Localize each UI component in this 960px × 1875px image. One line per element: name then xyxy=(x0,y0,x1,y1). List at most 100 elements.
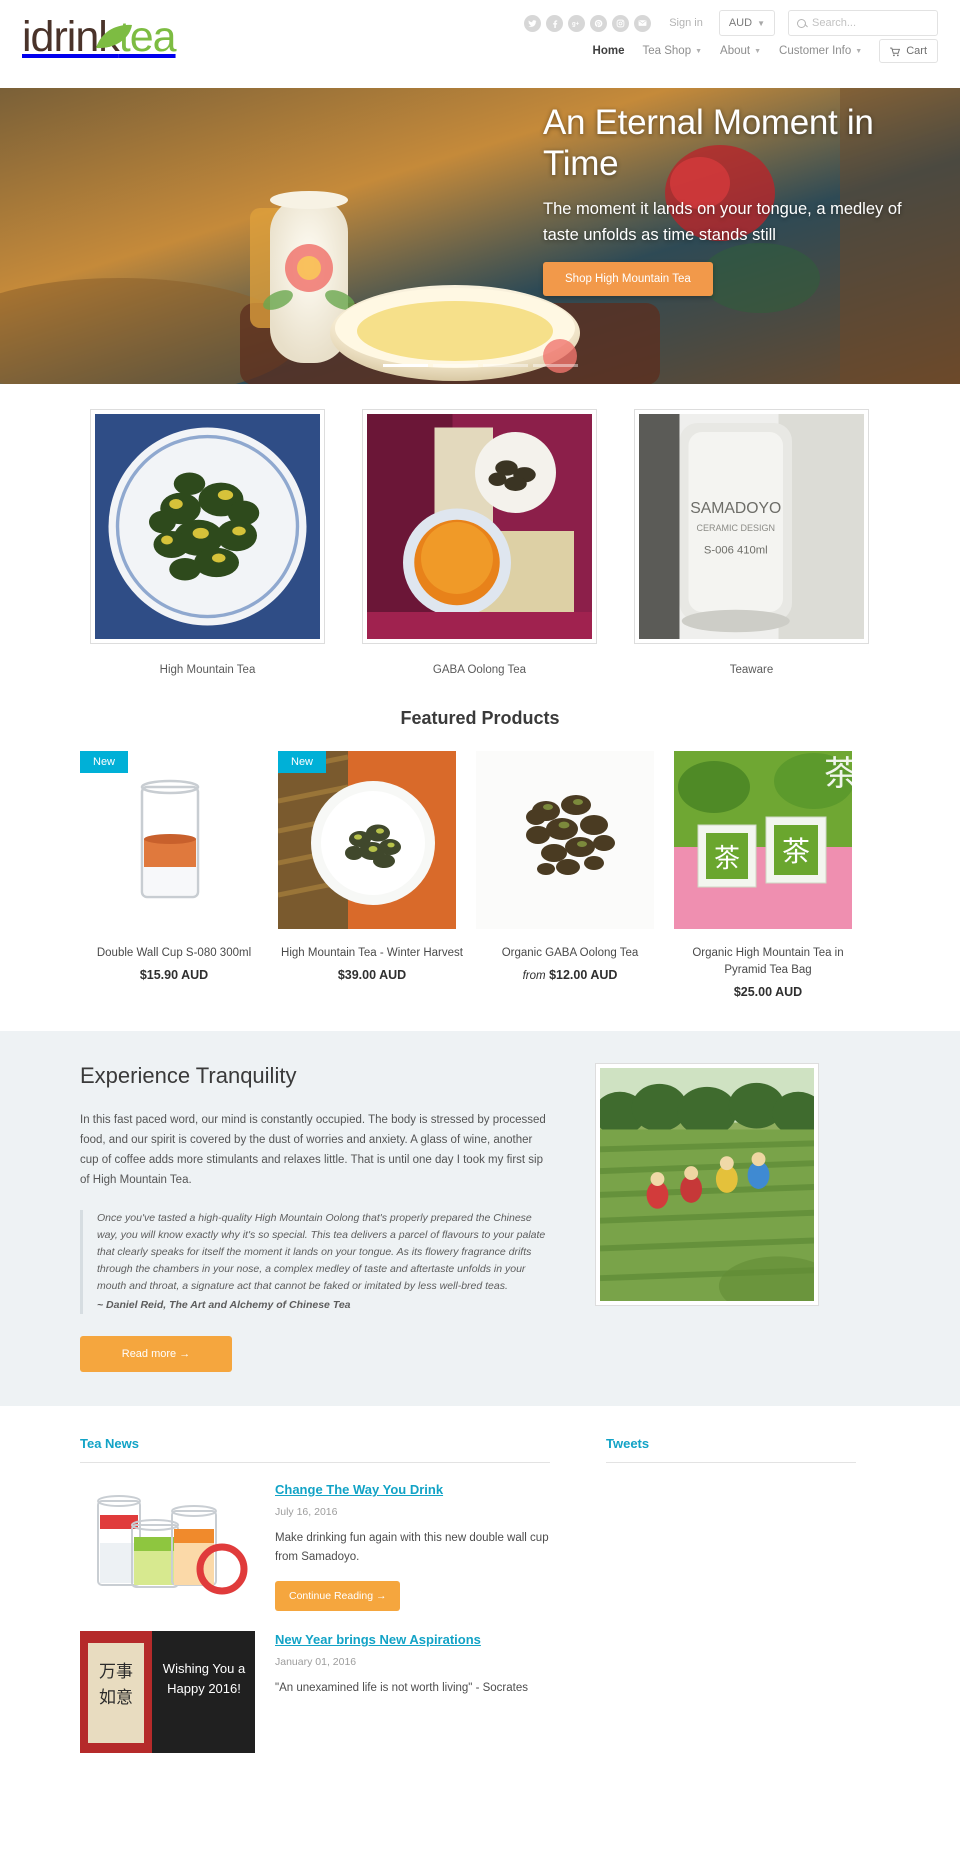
double-wall-cups-image xyxy=(80,1481,255,1603)
nav-item-customer-info[interactable]: Customer Info ▼ xyxy=(770,41,871,61)
quote-citation: ~ Daniel Reid, The Art and Alchemy of Ch… xyxy=(97,1299,351,1311)
hero-dot-1[interactable] xyxy=(382,364,428,367)
chevron-down-icon: ▼ xyxy=(754,47,762,55)
continue-reading-button[interactable]: Continue Reading → xyxy=(275,1581,401,1611)
product-name: Organic GABA Oolong Tea xyxy=(501,947,639,959)
news-section: Tea News Change The Way You Drink July 1… xyxy=(80,1406,880,1773)
hero-subtitle: The moment it lands on your tongue, a me… xyxy=(543,200,902,244)
category-card-gaba-oolong-tea[interactable]: GABA Oolong Tea xyxy=(352,409,607,676)
gaba-oolong-tea-image xyxy=(367,414,592,639)
read-more-button[interactable]: Read more → xyxy=(80,1336,232,1372)
search-icon xyxy=(797,18,806,28)
tranquility-blockquote: Once you've tasted a high-quality High M… xyxy=(80,1210,550,1314)
product-card[interactable]: New Double Wall Cup S-080 300ml $15.90 A… xyxy=(80,751,268,999)
cart-label: Cart xyxy=(906,45,927,57)
category-card-teaware[interactable]: SAMADOYO CERAMIC DESIGN S-006 410ml Teaw… xyxy=(624,409,879,676)
nav-item-home[interactable]: Home xyxy=(584,41,634,61)
hero-pagination xyxy=(0,364,960,367)
cart-icon xyxy=(890,47,901,56)
nav-label: About xyxy=(720,45,751,57)
tranquility-section: Experience Tranquility In this fast pace… xyxy=(0,1031,960,1406)
product-name: Double Wall Cup S-080 300ml xyxy=(96,947,252,959)
product-image xyxy=(476,751,654,929)
price-value: $12.00 AUD xyxy=(549,968,618,982)
high-mountain-tea-image xyxy=(95,414,320,639)
category-card-high-mountain-tea[interactable]: High Mountain Tea xyxy=(80,409,335,676)
site-header: idrinktea g+ Sign in AUD ▼ Search... Hom… xyxy=(0,0,960,88)
cart-button[interactable]: Cart xyxy=(879,39,938,63)
new-badge: New xyxy=(278,751,327,773)
article-excerpt: "An unexamined life is not worth living"… xyxy=(275,1682,528,1694)
article-title[interactable]: Change The Way You Drink xyxy=(275,1482,443,1497)
product-price: $15.90 AUD xyxy=(80,968,268,982)
product-card[interactable]: 茶 茶 茶 Organic High Mountain Tea in Pyram… xyxy=(674,751,862,999)
tea-news-heading: Tea News xyxy=(80,1436,550,1463)
tea-field-image xyxy=(600,1068,814,1301)
email-icon[interactable] xyxy=(634,14,652,32)
product-card[interactable]: Organic GABA Oolong Tea from $12.00 AUD xyxy=(476,751,664,999)
news-article: 万事 如意 Wishing You a Happy 2016! New Year… xyxy=(80,1631,550,1753)
hero-dot-4[interactable] xyxy=(532,364,578,367)
hero-cta-button[interactable]: Shop High Mountain Tea xyxy=(543,262,713,296)
double-wall-cup-image xyxy=(80,751,258,929)
instagram-icon[interactable] xyxy=(612,14,630,32)
nav-item-about[interactable]: About ▼ xyxy=(711,41,770,61)
category-grid: High Mountain Tea GABA Oolong Tea SAMADO… xyxy=(80,384,880,676)
svg-text:茶: 茶 xyxy=(714,844,740,873)
category-label: GABA Oolong Tea xyxy=(432,664,527,676)
tea-field-image-frame xyxy=(595,1063,819,1306)
tranquility-heading: Experience Tranquility xyxy=(80,1063,297,1088)
svg-text:SAMADOYO: SAMADOYO xyxy=(690,500,781,517)
svg-text:茶: 茶 xyxy=(782,836,810,868)
product-image: 茶 茶 茶 xyxy=(674,751,852,929)
article-thumbnail[interactable]: 万事 如意 Wishing You a Happy 2016! xyxy=(80,1631,255,1753)
hero-slider[interactable]: An Eternal Moment in Time The moment it … xyxy=(0,88,960,384)
facebook-icon[interactable] xyxy=(546,14,564,32)
product-price: $39.00 AUD xyxy=(278,968,466,982)
product-price: from $12.00 AUD xyxy=(476,968,664,982)
product-card[interactable]: New High Mountain Tea - Winter Harvest $… xyxy=(278,751,466,999)
tea-news-column: Tea News Change The Way You Drink July 1… xyxy=(80,1436,550,1773)
tranquility-paragraph: In this fast paced word, our mind is con… xyxy=(80,1114,546,1186)
currency-value: AUD xyxy=(728,17,753,29)
twitter-icon[interactable] xyxy=(524,14,542,32)
search-box[interactable] xyxy=(788,10,938,36)
hero-dot-2[interactable] xyxy=(432,364,478,367)
hero-dot-3[interactable] xyxy=(482,364,528,367)
article-thumbnail[interactable] xyxy=(80,1481,255,1603)
currency-selector[interactable]: AUD ▼ xyxy=(718,10,775,36)
product-image: New xyxy=(278,751,456,929)
price-prefix: from xyxy=(522,970,546,982)
chevron-down-icon: ▼ xyxy=(695,47,703,55)
svg-text:茶: 茶 xyxy=(824,755,852,793)
main-navigation: Home Tea Shop ▼ About ▼ Customer Info ▼ … xyxy=(584,39,938,63)
pyramid-tea-bag-image: 茶 茶 茶 xyxy=(674,751,852,929)
pinterest-icon[interactable] xyxy=(590,14,608,32)
tweets-heading: Tweets xyxy=(606,1436,856,1463)
featured-products-heading: Featured Products xyxy=(400,708,560,728)
category-label: Teaware xyxy=(729,664,774,676)
article-title[interactable]: New Year brings New Aspirations xyxy=(275,1632,481,1647)
category-image xyxy=(362,409,597,644)
site-logo[interactable]: idrinktea xyxy=(22,16,177,59)
teaware-image: SAMADOYO CERAMIC DESIGN S-006 410ml xyxy=(639,414,864,639)
new-badge: New xyxy=(80,751,129,773)
svg-text:S-006 410ml: S-006 410ml xyxy=(704,545,768,557)
svg-text:Wishing You a: Wishing You a xyxy=(163,1661,246,1676)
google-plus-icon[interactable]: g+ xyxy=(568,14,586,32)
search-input[interactable] xyxy=(812,17,929,29)
hero-copy: An Eternal Moment in Time The moment it … xyxy=(543,102,943,296)
svg-text:万事: 万事 xyxy=(99,1662,133,1681)
price-value: $39.00 AUD xyxy=(337,968,407,982)
article-excerpt: Make drinking fun again with this new do… xyxy=(275,1532,549,1563)
chevron-down-icon: ▼ xyxy=(757,18,765,28)
nav-item-tea-shop[interactable]: Tea Shop ▼ xyxy=(634,41,712,61)
sign-in-link[interactable]: Sign in xyxy=(669,17,703,29)
nav-label: Home xyxy=(592,45,625,57)
quote-text: Once you've tasted a high-quality High M… xyxy=(97,1212,546,1292)
price-value: $25.00 AUD xyxy=(733,985,803,999)
category-image: SAMADOYO CERAMIC DESIGN S-006 410ml xyxy=(634,409,869,644)
chevron-down-icon: ▼ xyxy=(855,47,863,55)
tweets-column: Tweets xyxy=(606,1436,856,1773)
category-label: High Mountain Tea xyxy=(159,664,256,676)
